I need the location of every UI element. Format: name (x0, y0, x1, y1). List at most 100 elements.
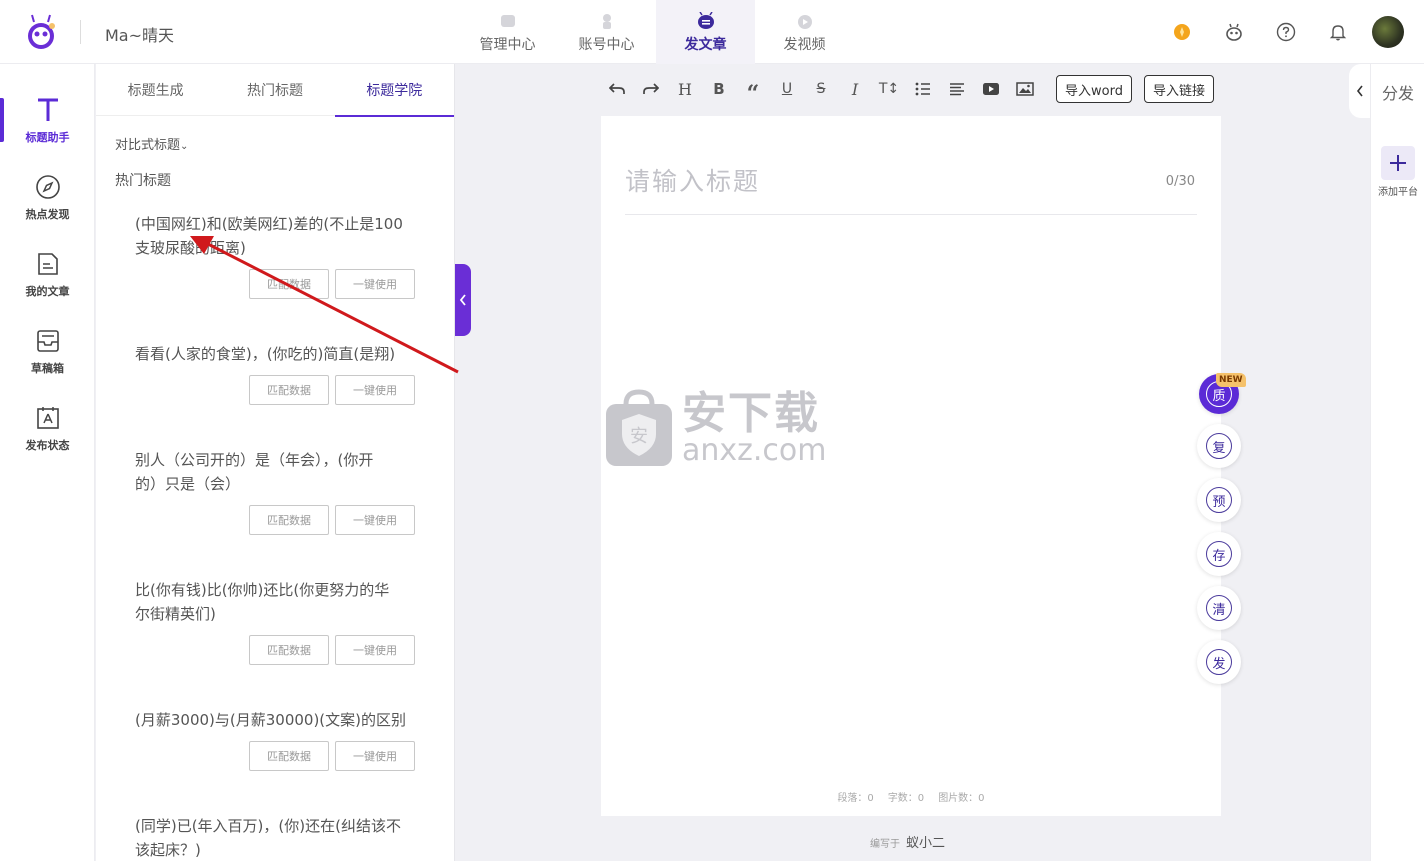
undo-icon[interactable] (600, 74, 634, 104)
list-item: 比(你有钱)比(你帅)还比(你更努力的华 尔街精英们) 匹配数据 一键使用 (135, 578, 415, 668)
font-size-icon[interactable]: T↕ (872, 74, 906, 104)
nav-label: 管理中心 (479, 37, 536, 53)
one-click-use-button[interactable]: 一键使用 (335, 505, 415, 535)
avatar[interactable] (1372, 16, 1404, 48)
nav-label: 发文章 (684, 37, 727, 53)
nav-post-article[interactable]: 发文章 (656, 0, 755, 64)
add-platform-button[interactable] (1381, 146, 1415, 180)
copy-label: 复 (1206, 433, 1232, 459)
left-sidebar: 标题助手 热点发现 我的文章 草稿箱 发布状态 (0, 64, 95, 861)
title-text-line: 该起床？) (135, 841, 201, 859)
list-item: 看看(人家的食堂)，(你吃的)简直(是翔) 匹配数据 一键使用 (135, 342, 415, 412)
one-click-use-button[interactable]: 一键使用 (335, 375, 415, 405)
title-actions: 匹配数据 一键使用 (249, 269, 415, 299)
one-click-use-button[interactable]: 一键使用 (335, 269, 415, 299)
list-item: (月薪3000)与(月薪30000)(文案)的区别 匹配数据 一键使用 (135, 708, 415, 778)
tab-title-academy[interactable]: 标题学院 (334, 64, 454, 117)
one-click-use-button[interactable]: 一键使用 (335, 741, 415, 771)
redo-icon[interactable] (634, 74, 668, 104)
image-count: 图片数：0 (938, 793, 985, 804)
account-icon (602, 14, 611, 29)
match-data-button[interactable]: 匹配数据 (249, 505, 329, 535)
sidebar-item-my-articles[interactable]: 我的文章 (0, 240, 95, 310)
quote-icon[interactable]: “ (736, 74, 770, 105)
title-type-dropdown[interactable]: 对比式标题⌄ (115, 134, 188, 153)
right-panel-toggle[interactable] (1349, 64, 1371, 118)
import-word-button[interactable]: 导入word (1056, 75, 1132, 103)
top-bar: Ma~晴天 管理中心 账号中心 发文章 发视频 (0, 0, 1424, 64)
one-click-use-button[interactable]: 一键使用 (335, 635, 415, 665)
robot-icon[interactable] (1208, 14, 1260, 50)
nav-label: 发视频 (783, 37, 826, 53)
title-input[interactable]: 请输入标题 (625, 162, 760, 198)
nav-label: 账号中心 (578, 37, 635, 53)
watermark: 安 安下载 anxz.com (604, 388, 827, 470)
bold-icon[interactable]: B (702, 74, 736, 104)
user-name[interactable]: Ma~晴天 (105, 22, 174, 46)
copy-button[interactable]: 复 (1197, 424, 1241, 468)
add-platform-label: 添加平台 (1378, 187, 1418, 198)
sidebar-item-title-assistant[interactable]: 标题助手 (0, 86, 95, 156)
strikethrough-icon[interactable]: S (804, 74, 838, 104)
watermark-text: 安下载 anxz.com (682, 392, 827, 466)
nav-account-center[interactable]: 账号中心 (557, 0, 656, 64)
distribution-panel: 分发 添加平台 (1370, 64, 1424, 861)
title-divider (625, 214, 1197, 215)
clear-button[interactable]: 清 (1197, 586, 1241, 630)
nav-post-video[interactable]: 发视频 (755, 0, 854, 64)
clear-label: 清 (1206, 595, 1232, 621)
app-logo-icon[interactable] (22, 12, 60, 52)
title-t-icon (37, 98, 58, 121)
list-item: (同学)已(年入百万)，(你)还在(纠结该不 该起床？) (135, 814, 415, 861)
title-text-line: (月薪3000)与(月薪30000)(文案)的区别 (135, 711, 407, 729)
sidebar-item-label: 热点发现 (25, 208, 70, 221)
compass-icon (35, 175, 60, 199)
section-label: 热门标题 (115, 173, 171, 189)
coin-icon[interactable] (1156, 14, 1208, 50)
sidebar-item-hot-discovery[interactable]: 热点发现 (0, 163, 95, 233)
sidebar-item-label: 发布状态 (25, 439, 70, 452)
match-data-button[interactable]: 匹配数据 (249, 741, 329, 771)
publish-label: 发 (1206, 649, 1232, 675)
video-embed-icon[interactable] (974, 74, 1008, 104)
plus-icon (1390, 155, 1406, 171)
title-text-line: (同学)已(年入百万)，(你)还在(纠结该不 (135, 817, 401, 835)
import-link-button[interactable]: 导入链接 (1143, 75, 1214, 103)
paragraph-count: 段落：0 (837, 793, 874, 804)
nav-manage-center[interactable]: 管理中心 (458, 0, 557, 64)
align-icon[interactable] (940, 74, 974, 104)
title-assistant-panel: 标题生成 热门标题 标题学院 对比式标题⌄ 热门标题 (中国网红)和(欧美网红)… (96, 64, 455, 861)
tab-hot-titles[interactable]: 热门标题 (215, 64, 334, 116)
sidebar-item-drafts[interactable]: 草稿箱 (0, 317, 95, 387)
bell-icon[interactable] (1312, 14, 1364, 50)
heading-icon[interactable]: H (668, 74, 702, 104)
video-icon (797, 15, 812, 29)
match-data-button[interactable]: 匹配数据 (249, 635, 329, 665)
shield-bag-icon: 安 (606, 389, 672, 466)
image-icon[interactable] (1008, 74, 1042, 104)
document-icon (37, 253, 58, 275)
title-text-line: 看看(人家的食堂)，(你吃的)简直(是翔) (135, 345, 396, 363)
match-data-button[interactable]: 匹配数据 (249, 269, 329, 299)
tab-title-generate[interactable]: 标题生成 (96, 64, 215, 116)
title-actions: 匹配数据 一键使用 (249, 505, 415, 535)
underline-icon[interactable]: U (770, 74, 804, 104)
sidebar-item-label: 草稿箱 (31, 362, 64, 375)
italic-icon[interactable]: I (838, 74, 872, 104)
chevron-down-icon: ⌄ (180, 141, 189, 152)
title-char-counter: 0/30 (1165, 174, 1195, 189)
editor-stats: 段落：0 字数：0 图片数：0 (601, 789, 1221, 804)
main-nav: 管理中心 账号中心 发文章 发视频 (458, 0, 854, 64)
dropdown-value: 对比式标题 (115, 138, 181, 153)
help-icon[interactable] (1260, 14, 1312, 50)
publish-button[interactable]: 发 (1197, 640, 1241, 684)
save-button[interactable]: 存 (1197, 532, 1241, 576)
list-icon[interactable] (906, 74, 940, 104)
editor-toolbar: H B “ U S I T↕ 导入word 导入链接 (600, 74, 1214, 105)
preview-button[interactable]: 预 (1197, 478, 1241, 522)
footer-prefix: 编写于 (870, 839, 900, 850)
sidebar-item-publish-status[interactable]: 发布状态 (0, 394, 95, 464)
collapse-panel-button[interactable] (455, 264, 471, 336)
title-text-line: 别人（公司开的）是（年会），(你开 (135, 451, 374, 469)
match-data-button[interactable]: 匹配数据 (249, 375, 329, 405)
